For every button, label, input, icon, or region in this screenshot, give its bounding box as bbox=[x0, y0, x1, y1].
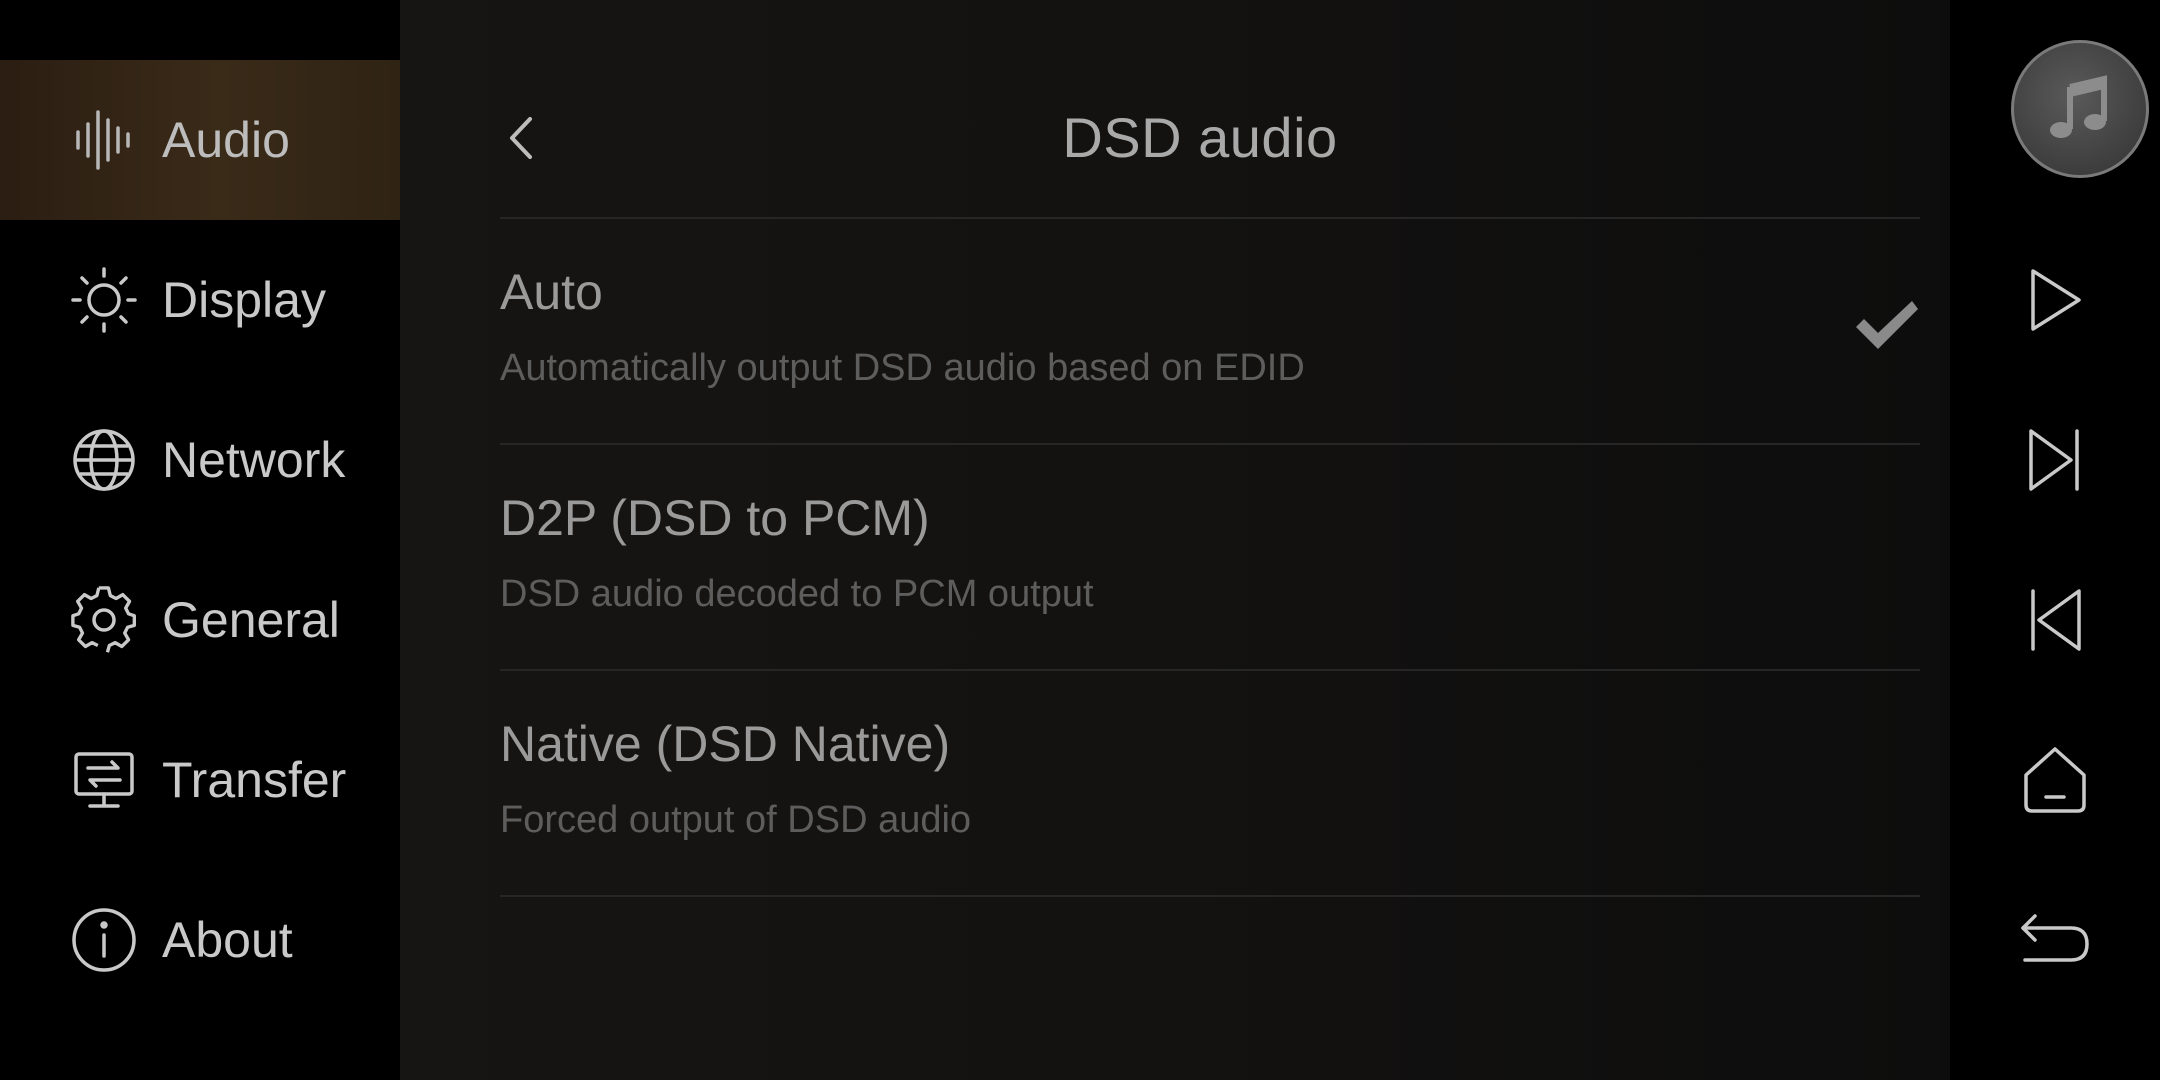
waveform-icon bbox=[70, 106, 138, 174]
back-nav-button[interactable] bbox=[1950, 880, 2160, 1000]
sidebar-item-label: Transfer bbox=[162, 752, 347, 808]
sidebar-item-label: Display bbox=[162, 272, 326, 328]
home-button[interactable] bbox=[1950, 720, 2160, 840]
sidebar-item-about[interactable]: About bbox=[0, 860, 400, 1020]
page-title: DSD audio bbox=[1062, 106, 1338, 169]
sidebar-item-label: Audio bbox=[162, 112, 290, 168]
checkmark-icon bbox=[1856, 301, 1918, 349]
option-title: Auto bbox=[500, 264, 603, 320]
music-note-icon bbox=[2050, 75, 2107, 138]
sidebar-item-label: About bbox=[162, 912, 293, 968]
home-icon bbox=[2024, 747, 2086, 813]
main-panel: DSD audio Auto Automatically output DSD … bbox=[400, 0, 1950, 1080]
sidebar-item-general[interactable]: General bbox=[0, 540, 400, 700]
settings-screen: Audio Display Network General Transfer A… bbox=[0, 0, 2160, 1080]
option-description: Automatically output DSD audio based on … bbox=[500, 347, 1305, 389]
option-native[interactable]: Native (DSD Native) Forced output of DSD… bbox=[500, 671, 1920, 895]
option-title: D2P (DSD to PCM) bbox=[500, 490, 930, 546]
transfer-icon bbox=[70, 746, 138, 814]
globe-icon bbox=[70, 426, 138, 494]
option-d2p[interactable]: D2P (DSD to PCM) DSD audio decoded to PC… bbox=[500, 445, 1920, 669]
play-button[interactable] bbox=[1950, 240, 2160, 360]
sidebar-item-label: Network bbox=[162, 432, 346, 488]
play-icon bbox=[2031, 269, 2081, 331]
sidebar-item-transfer[interactable]: Transfer bbox=[0, 700, 400, 860]
divider bbox=[500, 895, 1920, 897]
sidebar-item-label: General bbox=[162, 592, 340, 648]
option-description: Forced output of DSD audio bbox=[500, 799, 972, 841]
option-description: DSD audio decoded to PCM output bbox=[500, 573, 1094, 615]
skip-previous-button[interactable] bbox=[1950, 560, 2160, 680]
sidebar-item-display[interactable]: Display bbox=[0, 220, 400, 380]
option-title: Native (DSD Native) bbox=[500, 716, 951, 772]
skip-previous-icon bbox=[2031, 589, 2081, 651]
info-icon bbox=[70, 906, 138, 974]
sidebar: Audio Display Network General Transfer A… bbox=[0, 0, 400, 1080]
media-control-rail bbox=[1950, 0, 2160, 1080]
back-arrow-icon bbox=[2021, 914, 2089, 962]
gear-icon bbox=[70, 586, 138, 654]
sidebar-item-network[interactable]: Network bbox=[0, 380, 400, 540]
sidebar-item-audio[interactable]: Audio bbox=[0, 60, 400, 220]
skip-next-button[interactable] bbox=[1950, 400, 2160, 520]
now-playing-button[interactable] bbox=[2011, 40, 2149, 178]
skip-next-icon bbox=[2029, 429, 2079, 491]
sun-icon bbox=[70, 266, 138, 334]
option-auto[interactable]: Auto Automatically output DSD audio base… bbox=[500, 219, 1920, 443]
